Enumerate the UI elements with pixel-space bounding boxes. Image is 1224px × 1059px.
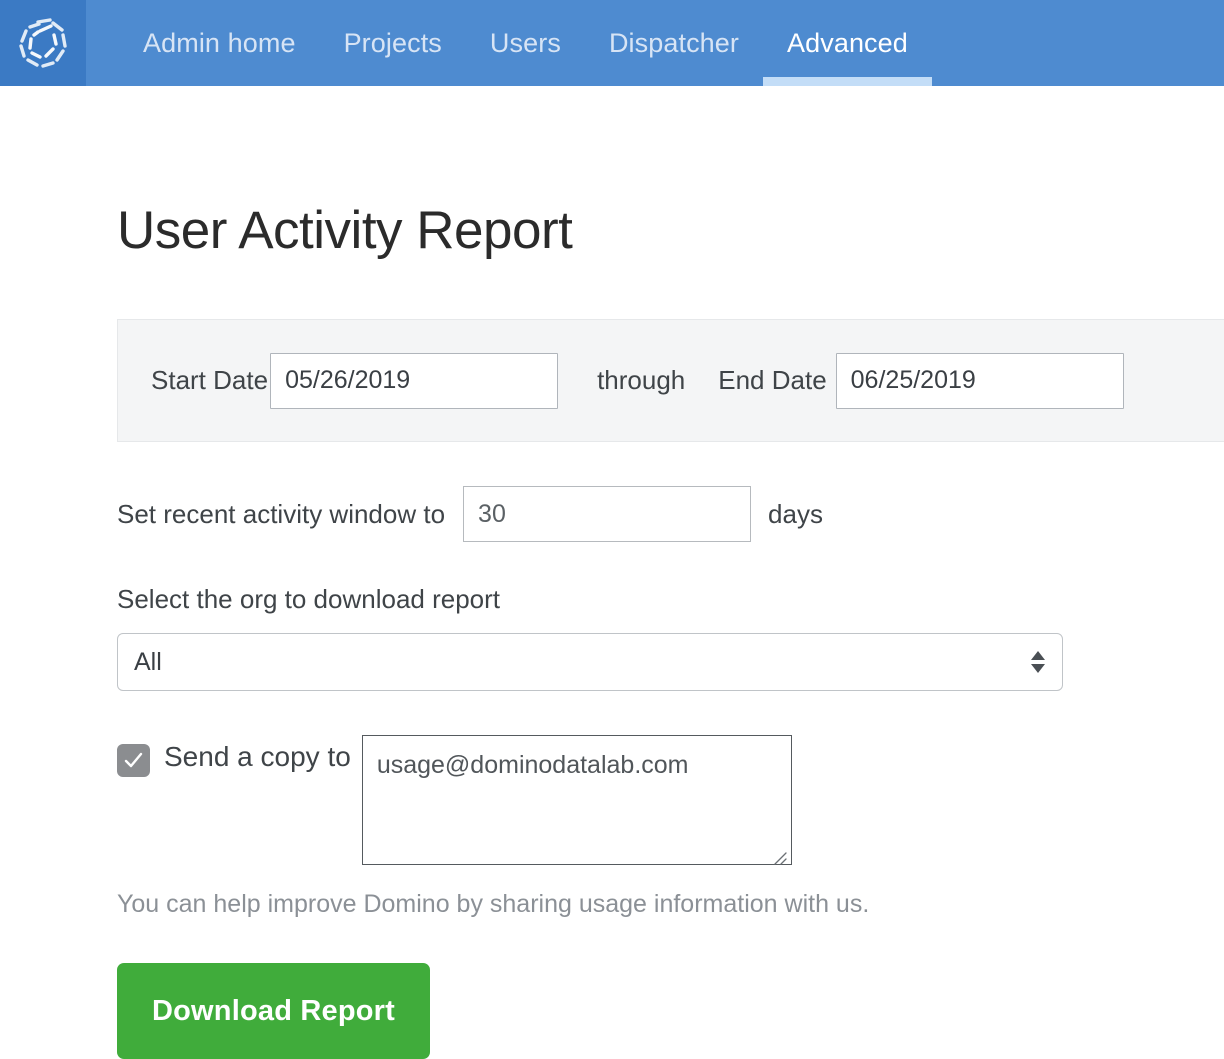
date-range-panel: Start Date through End Date bbox=[117, 319, 1224, 442]
domino-swirl-logo-icon bbox=[13, 13, 73, 73]
nav-item-users[interactable]: Users bbox=[466, 0, 585, 86]
days-unit-label: days bbox=[768, 498, 823, 529]
nav-item-label: Dispatcher bbox=[608, 27, 739, 58]
org-select-wrapper: All bbox=[117, 633, 1063, 691]
nav-item-dispatcher[interactable]: Dispatcher bbox=[585, 0, 763, 86]
nav-items: Admin home Projects Users Dispatcher Adv… bbox=[86, 0, 932, 86]
page-content: User Activity Report Start Date through … bbox=[0, 86, 1224, 1059]
send-copy-row: Send a copy to bbox=[117, 735, 1224, 870]
email-textarea-holder bbox=[351, 735, 792, 870]
active-tab-underline bbox=[763, 77, 932, 86]
nav-item-admin-home[interactable]: Admin home bbox=[119, 0, 320, 86]
nav-item-projects[interactable]: Projects bbox=[320, 0, 466, 86]
download-report-button[interactable]: Download Report bbox=[117, 963, 430, 1059]
start-date-label: Start Date bbox=[151, 365, 269, 395]
nav-item-label: Advanced bbox=[787, 27, 908, 58]
end-date-input[interactable] bbox=[835, 352, 1124, 409]
start-date-input[interactable] bbox=[270, 352, 559, 409]
nav-item-label: Admin home bbox=[143, 27, 296, 58]
end-date-label: End Date bbox=[718, 365, 827, 395]
nav-item-advanced[interactable]: Advanced bbox=[763, 0, 932, 86]
org-select-label: Select the org to download report bbox=[117, 584, 501, 614]
activity-window-row: Set recent activity window to days bbox=[117, 486, 1224, 542]
checkmark-icon bbox=[124, 752, 143, 768]
email-recipients-textarea[interactable] bbox=[361, 735, 792, 865]
page-title: User Activity Report bbox=[117, 201, 573, 260]
nav-item-label: Projects bbox=[343, 27, 442, 58]
usage-help-text: You can help improve Domino by sharing u… bbox=[117, 890, 870, 918]
org-select[interactable]: All bbox=[117, 633, 1063, 691]
activity-window-label: Set recent activity window to bbox=[117, 498, 446, 529]
activity-window-input[interactable] bbox=[463, 486, 752, 542]
logo-block[interactable] bbox=[0, 0, 86, 86]
nav-item-label: Users bbox=[489, 27, 561, 58]
top-navigation-bar: Admin home Projects Users Dispatcher Adv… bbox=[0, 0, 1224, 86]
through-label: through bbox=[597, 365, 686, 395]
send-copy-label: Send a copy to bbox=[164, 741, 351, 772]
send-copy-checkbox[interactable] bbox=[117, 744, 150, 777]
